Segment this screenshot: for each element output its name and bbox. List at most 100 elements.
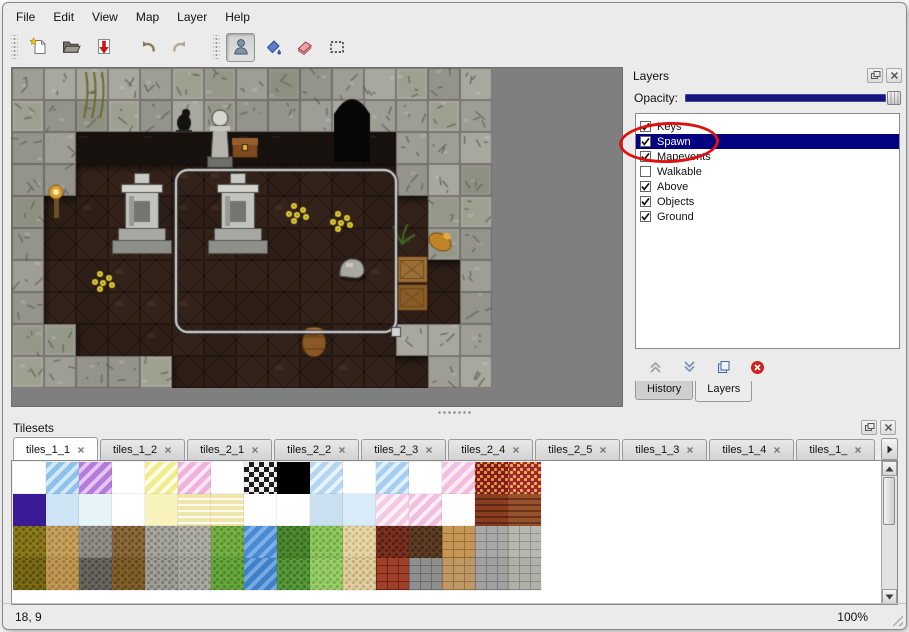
tileset-tile[interactable] bbox=[145, 558, 178, 590]
tileset-tile[interactable] bbox=[145, 526, 178, 558]
tileset-tile[interactable] bbox=[376, 494, 409, 526]
tileset-tile[interactable] bbox=[310, 462, 343, 494]
tileset-tile[interactable] bbox=[178, 526, 211, 558]
tileset-tile[interactable] bbox=[112, 462, 145, 494]
close-panel-button[interactable] bbox=[880, 420, 896, 435]
tileset-tile[interactable] bbox=[376, 462, 409, 494]
tileset-tile[interactable] bbox=[409, 526, 442, 558]
tileset-tab-tiles_1_3[interactable]: tiles_1_3 bbox=[622, 439, 707, 460]
layer-row-ground[interactable]: Ground bbox=[636, 209, 899, 224]
tab-close-icon[interactable] bbox=[164, 446, 172, 454]
open-button[interactable] bbox=[56, 33, 85, 62]
layer-row-walkable[interactable]: Walkable bbox=[636, 164, 899, 179]
menu-item-view[interactable]: View bbox=[83, 7, 127, 27]
tileset-tile[interactable] bbox=[475, 526, 508, 558]
raise-layer-button[interactable] bbox=[645, 358, 665, 376]
tab-close-icon[interactable] bbox=[854, 446, 862, 454]
tileset-tab-tiles_2_2[interactable]: tiles_2_2 bbox=[274, 439, 359, 460]
tileset-tile[interactable] bbox=[409, 494, 442, 526]
tileset-tile[interactable] bbox=[442, 526, 475, 558]
layer-row-spawn[interactable]: Spawn bbox=[636, 134, 899, 149]
scroll-down-button[interactable] bbox=[882, 589, 897, 604]
tab-close-icon[interactable] bbox=[251, 446, 259, 454]
tileset-tile[interactable] bbox=[112, 526, 145, 558]
tab-close-icon[interactable] bbox=[686, 446, 694, 454]
tileset-tile[interactable] bbox=[442, 462, 475, 494]
tileset-tile[interactable] bbox=[343, 462, 376, 494]
scrollbar-thumb[interactable] bbox=[883, 477, 895, 525]
tileset-tile[interactable] bbox=[244, 558, 277, 590]
tileset-tile[interactable] bbox=[13, 558, 46, 590]
duplicate-layer-button[interactable] bbox=[713, 358, 733, 376]
tileset-tile[interactable] bbox=[442, 494, 475, 526]
float-panel-button[interactable] bbox=[861, 420, 877, 435]
tileset-tile[interactable] bbox=[13, 526, 46, 558]
rect-select-tool-button[interactable] bbox=[322, 33, 351, 62]
tileset-tab-tiles_2_3[interactable]: tiles_2_3 bbox=[361, 439, 446, 460]
tileset-tile[interactable] bbox=[13, 494, 46, 526]
tileset-tile[interactable] bbox=[376, 558, 409, 590]
tileset-tile[interactable] bbox=[409, 462, 442, 494]
tileset-tab-tiles_2_1[interactable]: tiles_2_1 bbox=[187, 439, 272, 460]
tileset-tile[interactable] bbox=[211, 558, 244, 590]
tileset-tile[interactable] bbox=[13, 462, 46, 494]
fill-tool-button[interactable] bbox=[258, 33, 287, 62]
opacity-slider[interactable] bbox=[685, 91, 901, 105]
tileset-tile[interactable] bbox=[310, 558, 343, 590]
tileset-tile[interactable] bbox=[343, 526, 376, 558]
scroll-up-button[interactable] bbox=[882, 461, 897, 476]
lower-layer-button[interactable] bbox=[679, 358, 699, 376]
menu-item-help[interactable]: Help bbox=[216, 7, 259, 27]
tileset-tile[interactable] bbox=[376, 526, 409, 558]
layer-row-objects[interactable]: Objects bbox=[636, 194, 899, 209]
tileset-tab-tiles_1_1[interactable]: tiles_1_1 bbox=[13, 437, 98, 460]
layer-row-keys[interactable]: Keys bbox=[636, 119, 899, 134]
tileset-scrollbar[interactable] bbox=[881, 461, 897, 604]
tab-close-icon[interactable] bbox=[338, 446, 346, 454]
tileset-tile[interactable] bbox=[46, 494, 79, 526]
tileset-tab-tiles_1_4[interactable]: tiles_1_4 bbox=[709, 439, 794, 460]
layer-visibility-checkbox[interactable] bbox=[640, 151, 651, 162]
eraser-tool-button[interactable] bbox=[290, 33, 319, 62]
tab-close-icon[interactable] bbox=[773, 446, 781, 454]
tileset-tile[interactable] bbox=[475, 462, 508, 494]
tileset-grid[interactable] bbox=[13, 462, 541, 590]
tileset-tile[interactable] bbox=[310, 526, 343, 558]
tileset-tab-tiles_1_[interactable]: tiles_1_ bbox=[796, 439, 875, 460]
tileset-tile[interactable] bbox=[277, 526, 310, 558]
tab-scroll-right-button[interactable] bbox=[881, 438, 898, 460]
panel-tab-layers[interactable]: Layers bbox=[695, 381, 752, 402]
redo-button[interactable] bbox=[165, 33, 194, 62]
tileset-tile[interactable] bbox=[211, 494, 244, 526]
tileset-tile[interactable] bbox=[79, 526, 112, 558]
tileset-tile[interactable] bbox=[178, 494, 211, 526]
tab-close-icon[interactable] bbox=[512, 446, 520, 454]
tileset-tile[interactable] bbox=[442, 558, 475, 590]
new-map-button[interactable] bbox=[24, 33, 53, 62]
layer-visibility-checkbox[interactable] bbox=[640, 196, 651, 207]
tileset-tile[interactable] bbox=[112, 494, 145, 526]
tileset-tile[interactable] bbox=[112, 558, 145, 590]
toolbar-grip[interactable] bbox=[11, 35, 18, 59]
map-canvas[interactable] bbox=[12, 68, 492, 388]
tileset-tile[interactable] bbox=[244, 494, 277, 526]
panel-tab-history[interactable]: History bbox=[635, 381, 693, 400]
tab-close-icon[interactable] bbox=[425, 446, 433, 454]
layer-row-mapevents[interactable]: Mapevents bbox=[636, 149, 899, 164]
tileset-tile[interactable] bbox=[475, 558, 508, 590]
tileset-tile[interactable] bbox=[79, 558, 112, 590]
tileset-tile[interactable] bbox=[475, 494, 508, 526]
tileset-tile[interactable] bbox=[46, 526, 79, 558]
layer-visibility-checkbox[interactable] bbox=[640, 121, 651, 132]
tab-close-icon[interactable] bbox=[77, 446, 85, 454]
tileset-tab-tiles_2_5[interactable]: tiles_2_5 bbox=[535, 439, 620, 460]
menu-item-edit[interactable]: Edit bbox=[44, 7, 83, 27]
tileset-tile[interactable] bbox=[145, 494, 178, 526]
tileset-tile[interactable] bbox=[79, 462, 112, 494]
tileset-tile[interactable] bbox=[178, 558, 211, 590]
save-button[interactable] bbox=[88, 33, 117, 62]
close-panel-button[interactable] bbox=[886, 68, 902, 83]
tileset-tile[interactable] bbox=[277, 462, 310, 494]
tileset-tile[interactable] bbox=[244, 462, 277, 494]
tileset-tile[interactable] bbox=[46, 558, 79, 590]
